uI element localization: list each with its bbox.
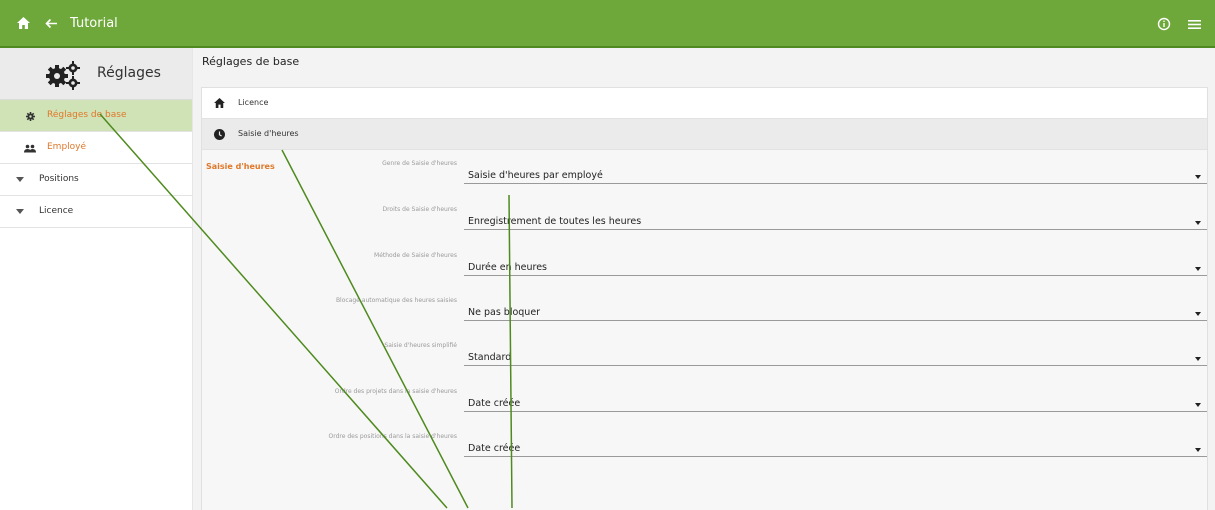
clock-icon	[213, 128, 225, 140]
nav-item-licence[interactable]: Licence	[202, 88, 1207, 119]
sidebar-item-licence[interactable]: Licence	[0, 196, 192, 228]
sidebar-header: Réglages	[0, 48, 192, 100]
select-value: Enregistrement de toutes les heures	[468, 216, 642, 227]
select-genre-saisie[interactable]: Saisie d'heures par employé	[464, 162, 1207, 184]
field-label: Ordre des projets dans la saisie d'heure…	[334, 388, 457, 395]
form-row: Méthode de Saisie d'heures Durée en heur…	[202, 242, 1207, 288]
caret-down-icon	[1195, 403, 1201, 407]
select-ordre-positions[interactable]: Date créée	[464, 435, 1207, 457]
caret-down-icon	[1195, 175, 1201, 179]
menu-icon[interactable]	[1183, 13, 1205, 35]
caret-down-icon	[1195, 267, 1201, 271]
caret-down-icon	[1195, 221, 1201, 225]
main-content: Réglages de base Licence Saisie d'heures…	[193, 48, 1215, 510]
triangle-down-icon	[16, 177, 24, 182]
time-entry-form: Saisie d'heures Genre de Saisie d'heures…	[202, 150, 1207, 510]
select-value: Date créée	[468, 398, 521, 409]
select-droits-saisie[interactable]: Enregistrement de toutes les heures	[464, 208, 1207, 230]
info-icon[interactable]	[1153, 13, 1175, 35]
select-saisie-simplifie[interactable]: Standard	[464, 344, 1207, 366]
select-value: Durée en heures	[468, 262, 548, 273]
field-label: Blocage automatique des heures saisies	[335, 297, 457, 304]
form-row: Droits de Saisie d'heures Enregistrement…	[202, 196, 1207, 242]
select-value: Date créée	[468, 443, 521, 454]
sidebar-item-employe[interactable]: Employé	[0, 132, 192, 164]
top-bar: Tutorial	[0, 0, 1215, 48]
caret-down-icon	[1195, 312, 1201, 316]
select-methode-saisie[interactable]: Durée en heures	[464, 254, 1207, 276]
field-label: Méthode de Saisie d'heures	[374, 252, 457, 259]
field-label: Genre de Saisie d'heures	[382, 160, 457, 167]
field-label: Droits de Saisie d'heures	[382, 206, 457, 213]
select-value: Standard	[468, 352, 512, 363]
form-row: Ordre des projets dans la saisie d'heure…	[202, 378, 1207, 424]
field-label: Ordre des positions dans la saisie d'heu…	[328, 433, 458, 440]
sidebar-item-label: Employé	[47, 142, 87, 152]
sidebar-item-label: Réglages de base	[47, 110, 127, 120]
sidebar-item-reglages-de-base[interactable]: Réglages de base	[0, 100, 192, 132]
page-title: Réglages de base	[202, 55, 300, 68]
settings-panel: Licence Saisie d'heures Saisie d'heures …	[201, 87, 1208, 510]
arrow-left-icon[interactable]	[40, 12, 62, 34]
sidebar: Réglages Réglages de base Employé Positi…	[0, 48, 193, 510]
sidebar-item-label: Positions	[39, 174, 79, 184]
sidebar-title: Réglages	[97, 65, 161, 81]
people-icon	[24, 142, 36, 154]
select-ordre-projets[interactable]: Date créée	[464, 390, 1207, 412]
form-row: Genre de Saisie d'heures Saisie d'heures…	[202, 150, 1207, 196]
gears-icon	[46, 60, 82, 94]
select-value: Saisie d'heures par employé	[468, 170, 603, 181]
sidebar-item-positions[interactable]: Positions	[0, 164, 192, 196]
home-icon[interactable]	[12, 12, 34, 34]
field-label: Saisie d'heures simplifié	[384, 342, 457, 349]
form-row: Saisie d'heures simplifié Standard	[202, 332, 1207, 378]
caret-down-icon	[1195, 448, 1201, 452]
nav-item-saisie-heures[interactable]: Saisie d'heures	[202, 119, 1207, 150]
nav-item-label: Saisie d'heures	[238, 129, 299, 138]
select-blocage-auto[interactable]: Ne pas bloquer	[464, 299, 1207, 321]
gear-icon	[24, 110, 36, 122]
form-row: Blocage automatique des heures saisies N…	[202, 287, 1207, 333]
app-title: Tutorial	[70, 15, 118, 31]
sidebar-item-label: Licence	[39, 206, 74, 216]
caret-down-icon	[1195, 357, 1201, 361]
triangle-down-icon	[16, 209, 24, 214]
home-icon	[213, 97, 225, 109]
nav-item-label: Licence	[238, 98, 269, 107]
select-value: Ne pas bloquer	[468, 307, 541, 318]
form-row: Ordre des positions dans la saisie d'heu…	[202, 423, 1207, 469]
